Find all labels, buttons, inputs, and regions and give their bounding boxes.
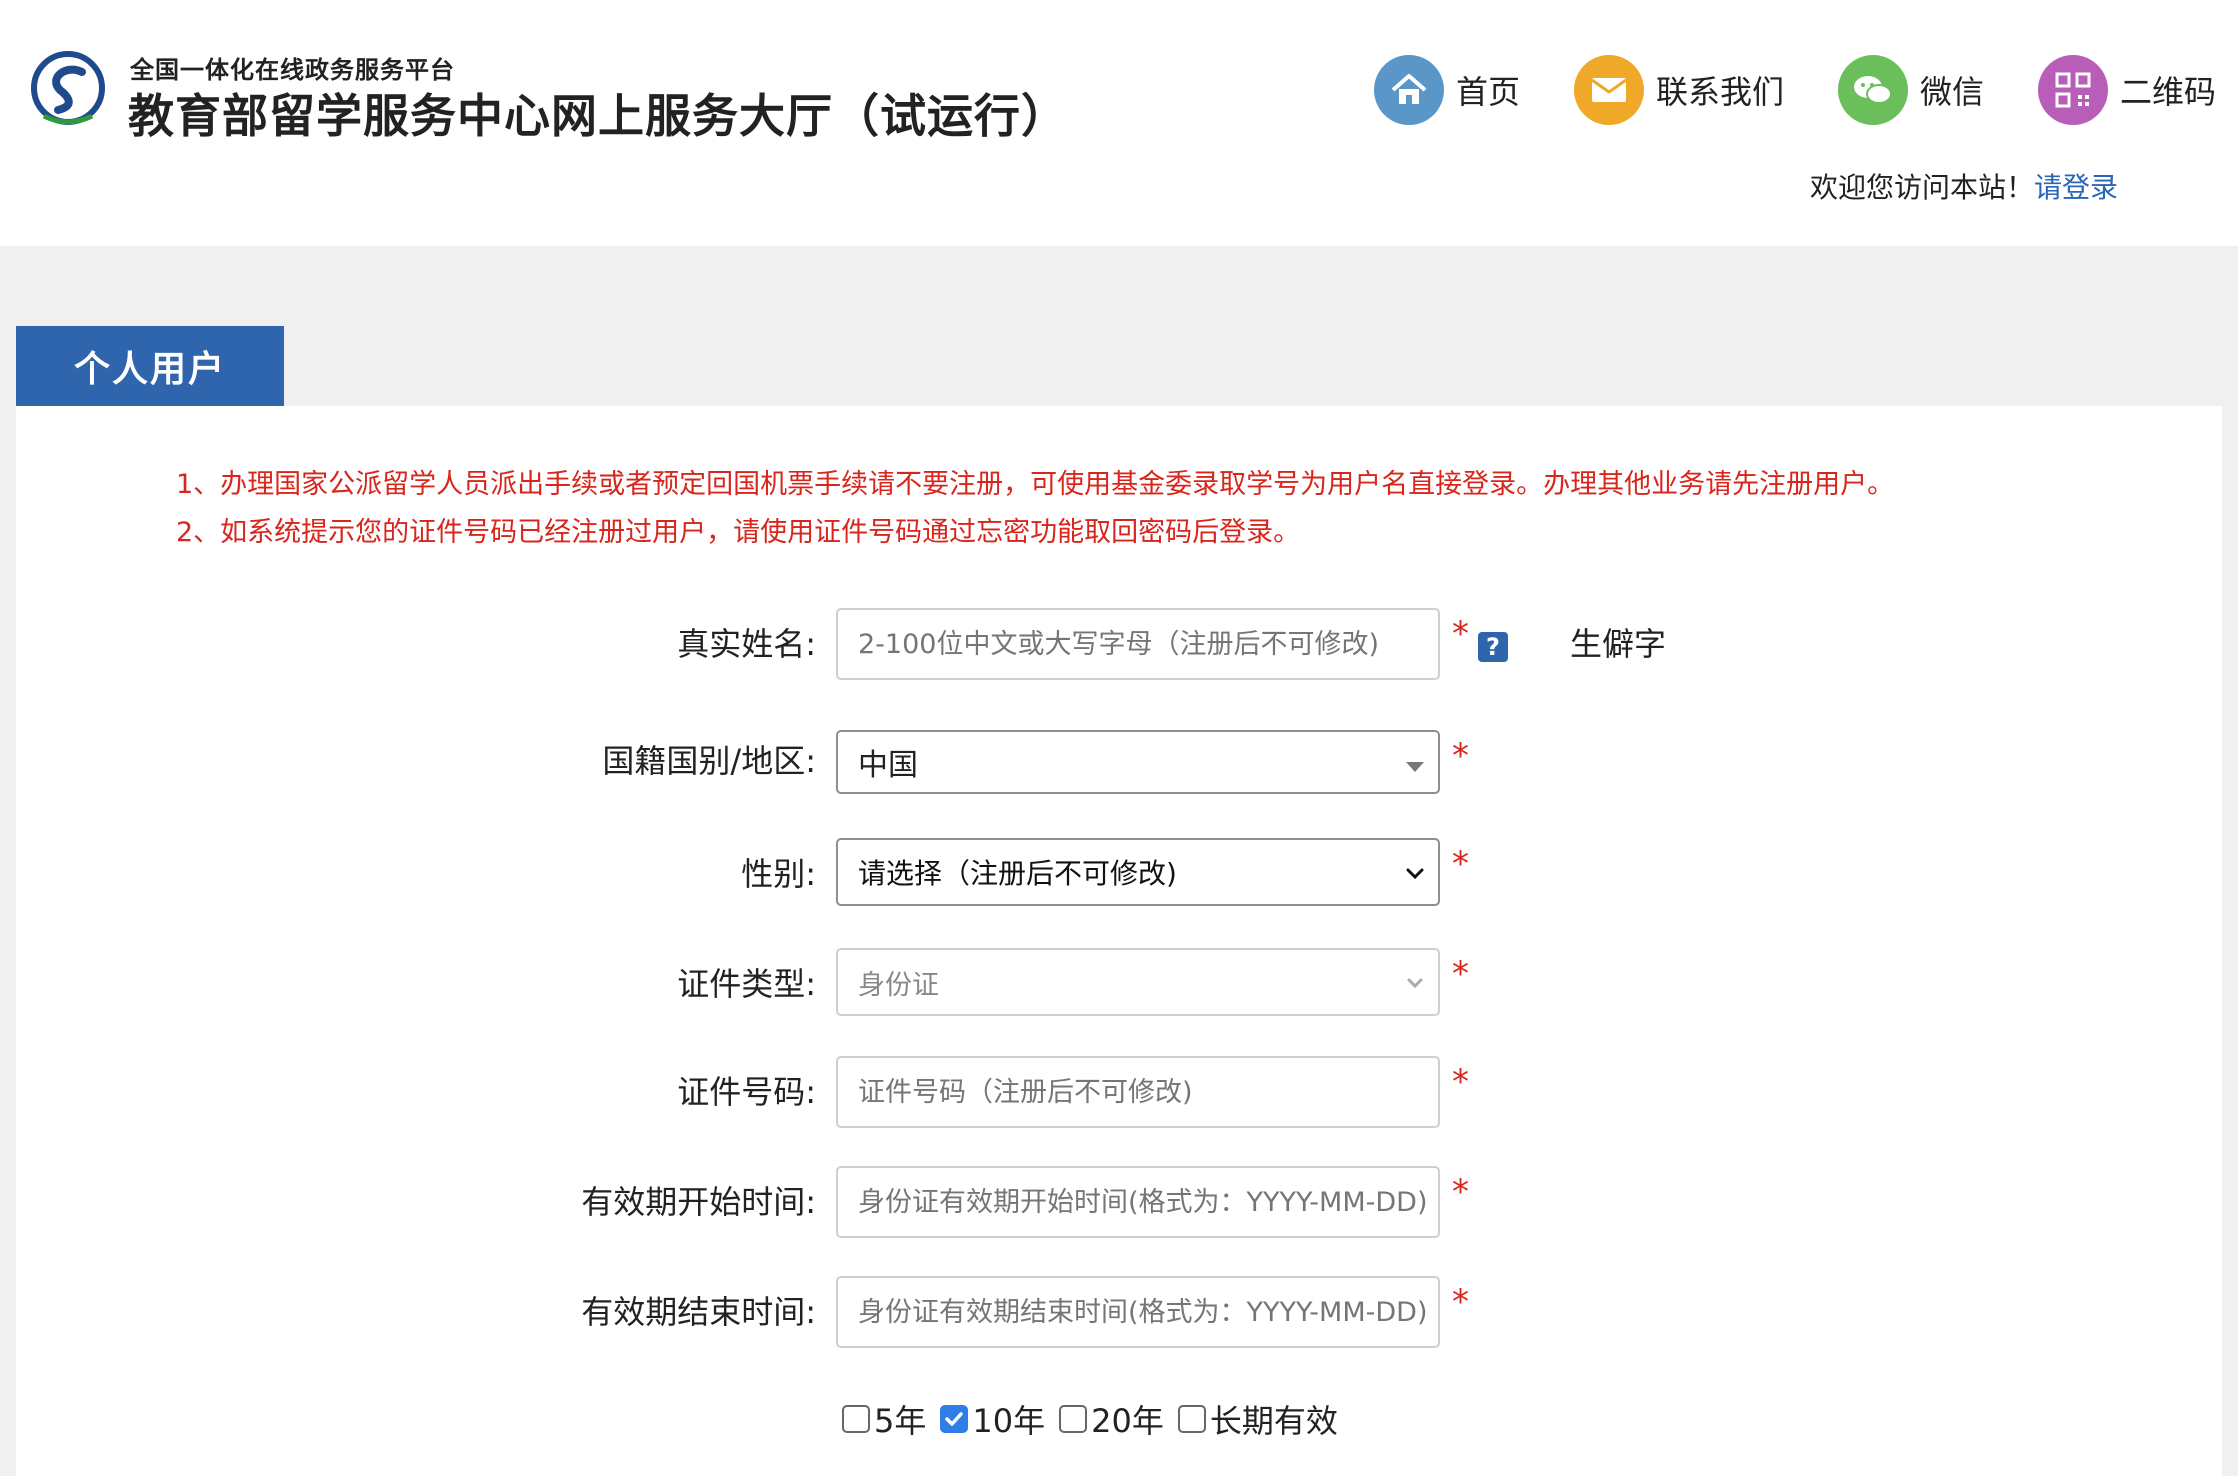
option-label: 长期有效 <box>1209 1402 1338 1440</box>
home-icon <box>1374 55 1444 125</box>
nav-contact[interactable]: 联系我们 <box>1574 52 1784 128</box>
rare-char-link[interactable]: 生僻字 <box>1570 608 1666 680</box>
nationality-value: 中国 <box>858 748 918 783</box>
id-type-label: 证件类型: <box>677 965 816 1003</box>
nationality-select[interactable]: 中国 <box>836 730 1440 794</box>
validity-options: 5年 10年 20年 长期有效 <box>842 1396 1352 1442</box>
row-id-type: 证件类型: 身份证 * <box>0 948 2222 1020</box>
id-type-select[interactable]: 身份证 <box>836 948 1440 1016</box>
nav-qrcode-label: 二维码 <box>2120 73 2217 111</box>
required-mark: * <box>1452 736 1469 776</box>
nav-home[interactable]: 首页 <box>1374 52 1520 128</box>
nav-contact-label: 联系我们 <box>1656 73 1785 111</box>
id-number-label: 证件号码: <box>677 1073 816 1111</box>
valid-end-input[interactable] <box>836 1276 1440 1348</box>
id-type-value: 身份证 <box>858 969 939 1001</box>
option-label: 10年 <box>972 1402 1046 1440</box>
nav-qrcode[interactable]: 二维码 <box>2038 52 2216 128</box>
real-name-input[interactable] <box>836 608 1440 680</box>
required-mark: * <box>1452 844 1469 884</box>
help-icon[interactable]: ? <box>1478 632 1508 662</box>
wechat-icon <box>1838 55 1908 125</box>
welcome-text: 欢迎您访问本站！ <box>1810 171 2035 204</box>
gender-value: 请选择（注册后不可修改) <box>858 857 1177 890</box>
row-gender: 性别: 请选择（注册后不可修改) * <box>0 838 2222 910</box>
tab-personal-user[interactable]: 个人用户 <box>16 326 284 406</box>
nationality-label: 国籍国别/地区: <box>602 742 816 780</box>
nav-home-label: 首页 <box>1456 73 1521 111</box>
real-name-label: 真实姓名: <box>677 625 816 663</box>
option-label: 20年 <box>1091 1402 1164 1440</box>
notice-1: 1、办理国家公派留学人员派出手续或者预定回国机票手续请不要注册，可使用基金委录取… <box>176 469 1895 500</box>
valid-end-label: 有效期结束时间: <box>581 1293 816 1331</box>
checkbox[interactable] <box>842 1405 870 1433</box>
chevron-down-icon <box>1406 868 1424 880</box>
required-mark: * <box>1452 954 1469 994</box>
option-5-years[interactable]: 5年 <box>842 1396 926 1442</box>
mail-icon <box>1574 55 1644 125</box>
gender-select[interactable]: 请选择（注册后不可修改) <box>836 838 1440 906</box>
option-20-years[interactable]: 20年 <box>1059 1396 1164 1442</box>
row-real-name: 真实姓名: * ? 生僻字 <box>0 608 2222 680</box>
row-nationality: 国籍国别/地区: 中国 * <box>0 730 2222 802</box>
ministry-logo-icon <box>31 51 105 125</box>
id-number-input[interactable] <box>836 1056 1440 1128</box>
checkmark-icon <box>945 1412 964 1426</box>
option-long-term[interactable]: 长期有效 <box>1177 1396 1338 1442</box>
option-10-years[interactable]: 10年 <box>940 1396 1045 1442</box>
checkbox[interactable] <box>1059 1405 1088 1433</box>
qrcode-icon <box>2038 55 2108 125</box>
site-title: 教育部留学服务中心网上服务大厅（试运行） <box>128 89 1068 143</box>
site-header: 全国一体化在线政务服务平台 教育部留学服务中心网上服务大厅（试运行） 首页 联系… <box>0 0 2238 246</box>
login-link[interactable]: 请登录 <box>2034 171 2118 204</box>
row-valid-end: 有效期结束时间: * <box>0 1276 2222 1348</box>
chevron-down-icon <box>1407 978 1423 989</box>
nav-wechat[interactable]: 微信 <box>1838 52 1984 128</box>
row-id-number: 证件号码: * <box>0 1056 2222 1128</box>
welcome-bar: 欢迎您访问本站！请登录 <box>1810 166 2118 206</box>
checkbox-checked[interactable] <box>940 1405 969 1433</box>
valid-start-input[interactable] <box>836 1166 1440 1238</box>
notice-2: 2、如系统提示您的证件号码已经注册过用户，请使用证件号码通过忘密功能取回密码后登… <box>176 517 1301 548</box>
row-valid-start: 有效期开始时间: * <box>0 1166 2222 1238</box>
required-mark: * <box>1452 614 1469 654</box>
required-mark: * <box>1452 1282 1469 1322</box>
valid-start-label: 有效期开始时间: <box>581 1183 816 1221</box>
caret-down-icon <box>1406 762 1424 772</box>
nav-wechat-label: 微信 <box>1920 73 1985 111</box>
gender-label: 性别: <box>741 855 816 893</box>
required-mark: * <box>1452 1062 1469 1102</box>
required-mark: * <box>1452 1172 1469 1212</box>
checkbox[interactable] <box>1177 1405 1206 1433</box>
option-label: 5年 <box>874 1402 927 1440</box>
